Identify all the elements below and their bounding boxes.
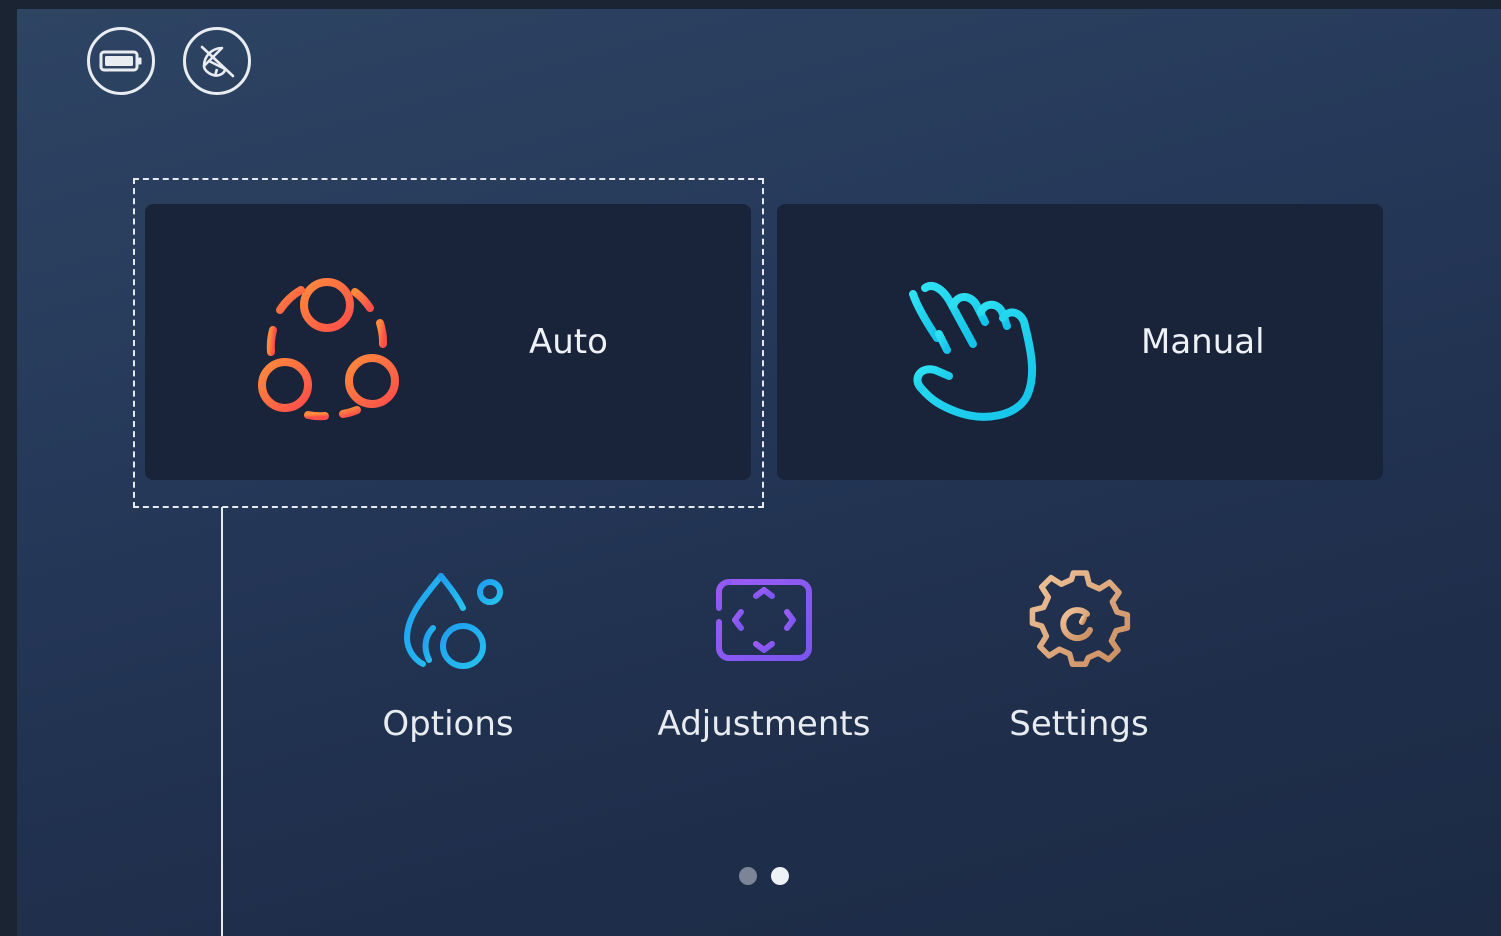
satellite-dish-off-icon [200, 45, 235, 78]
page-indicator [739, 867, 789, 885]
adjustments-label: Adjustments [657, 704, 871, 744]
page-dot-1[interactable] [739, 867, 757, 885]
manual-mode-card[interactable]: Manual [777, 204, 1383, 480]
droplets-icon [403, 573, 503, 669]
focus-frame-icon [716, 579, 812, 661]
hand-pointer-icon [909, 281, 1037, 421]
focus-connector-line [221, 507, 223, 936]
options-label: Options [382, 704, 514, 744]
settings-tile[interactable]: Settings [959, 564, 1199, 754]
battery-icon [99, 50, 142, 72]
gear-icon [1029, 570, 1131, 667]
signal-status-button[interactable] [183, 27, 251, 95]
focus-indicator [133, 178, 764, 508]
options-tile[interactable]: Options [328, 564, 568, 754]
settings-label: Settings [1009, 704, 1149, 744]
battery-status-button[interactable] [87, 27, 155, 95]
page-dot-2[interactable] [771, 867, 789, 885]
adjustments-tile[interactable]: Adjustments [644, 564, 884, 754]
manual-mode-label: Manual [1141, 322, 1265, 362]
app-screen: Auto Manual Options Adjustments Settings [17, 9, 1501, 936]
